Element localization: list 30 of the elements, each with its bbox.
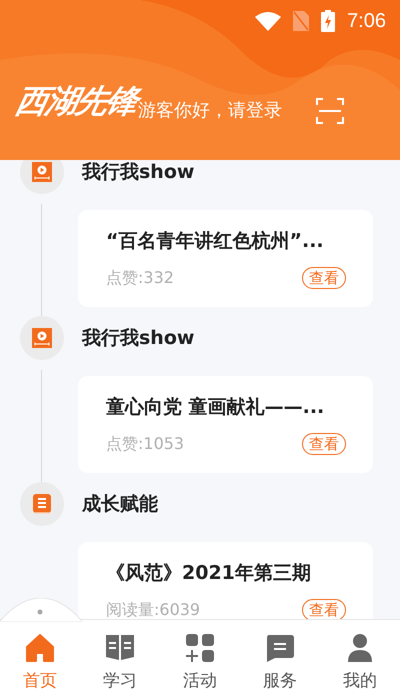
- section-title: 我行我show: [82, 160, 194, 185]
- home-icon: [25, 633, 55, 663]
- status-time: 7:06: [347, 10, 386, 32]
- person-icon: [345, 633, 375, 663]
- no-sim-icon: [293, 11, 310, 31]
- post-stat: 点赞:1053: [106, 434, 184, 454]
- post-stat: 阅读量:6039: [106, 600, 200, 619]
- nav-tab[interactable]: 服务: [240, 620, 320, 700]
- wifi-icon: [255, 11, 282, 31]
- grid-plus-icon: [185, 633, 215, 663]
- post-card[interactable]: “百名青年讲红色杭州”... 点赞:332 查看: [78, 210, 373, 307]
- post-title: 《风范》2021年第三期: [106, 561, 312, 586]
- nav-tab[interactable]: 活动: [160, 620, 240, 700]
- section-title: 我行我show: [82, 326, 194, 351]
- book-icon: [105, 633, 135, 663]
- post-title: “百名青年讲红色杭州”...: [106, 229, 325, 254]
- video-icon: [31, 327, 53, 349]
- scan-icon[interactable]: [316, 98, 344, 124]
- battery-charging-icon: [321, 10, 336, 32]
- post-card[interactable]: 《风范》2021年第三期 阅读量:6039 查看: [78, 542, 373, 619]
- app-logo: 西湖先锋: [11, 81, 141, 122]
- video-icon: [31, 161, 53, 183]
- message-icon: [265, 633, 295, 663]
- book-icon: [31, 493, 53, 515]
- post-card[interactable]: 童心向党 童画献礼——... 点赞:1053 查看: [78, 376, 373, 473]
- post-stat: 点赞:332: [106, 268, 174, 288]
- nav-tab[interactable]: 学习: [80, 620, 160, 700]
- nav-tab[interactable]: 我的: [320, 620, 400, 700]
- post-title: 童心向党 童画献礼——...: [106, 395, 326, 420]
- section-title: 成长赋能: [82, 492, 158, 517]
